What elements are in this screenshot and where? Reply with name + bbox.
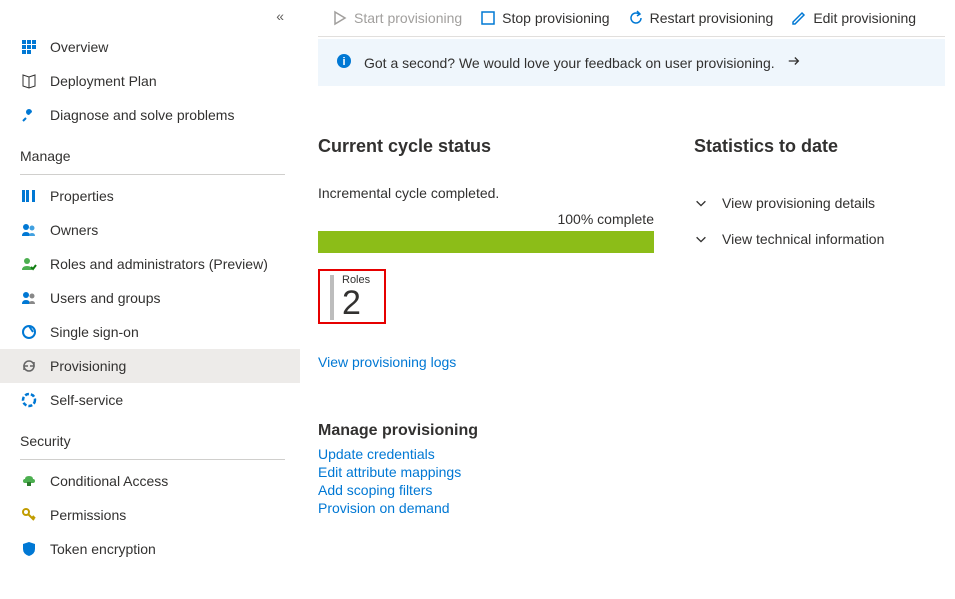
manage-provisioning-title: Manage provisioning — [318, 422, 654, 440]
sidebar-item-conditional-access[interactable]: Conditional Access — [0, 464, 300, 498]
view-technical-information-toggle[interactable]: View technical information — [694, 221, 945, 257]
sidebar-item-label: Deployment Plan — [50, 73, 157, 89]
sidebar-item-token-encryption[interactable]: Token encryption — [0, 532, 300, 566]
roles-count-card[interactable]: Roles 2 — [318, 269, 386, 324]
sidebar-item-label: Roles and administrators (Preview) — [50, 256, 268, 272]
sidebar-item-label: Conditional Access — [50, 473, 168, 489]
toolbar-label: Stop provisioning — [502, 10, 609, 26]
gear-ring-icon — [20, 391, 38, 409]
sidebar-item-label: Users and groups — [50, 290, 161, 306]
feedback-banner[interactable]: i Got a second? We would love your feedb… — [318, 39, 945, 86]
sidebar-item-users-groups[interactable]: Users and groups — [0, 281, 300, 315]
toolbar-label: Start provisioning — [354, 10, 462, 26]
sidebar-item-owners[interactable]: Owners — [0, 213, 300, 247]
progress-label: 100% complete — [318, 211, 654, 227]
person-check-icon — [20, 255, 38, 273]
book-icon — [20, 72, 38, 90]
sidebar-item-label: Token encryption — [50, 541, 156, 557]
view-provisioning-logs-link[interactable]: View provisioning logs — [318, 354, 654, 370]
provision-on-demand-link[interactable]: Provision on demand — [318, 500, 654, 516]
sidebar-section-manage: Manage — [0, 132, 300, 170]
info-icon: i — [336, 53, 352, 72]
add-scoping-filters-link[interactable]: Add scoping filters — [318, 482, 654, 498]
sidebar-item-overview[interactable]: Overview — [0, 30, 300, 64]
users-groups-icon — [20, 289, 38, 307]
toolbar-label: Restart provisioning — [650, 10, 774, 26]
shield-icon — [20, 540, 38, 558]
arrow-right-icon — [787, 54, 801, 71]
chevron-down-icon — [694, 196, 708, 210]
toolbar: Start provisioning Stop provisioning Res… — [318, 0, 945, 37]
expand-label: View technical information — [722, 231, 884, 247]
sidebar-item-permissions[interactable]: Permissions — [0, 498, 300, 532]
view-provisioning-details-toggle[interactable]: View provisioning details — [694, 185, 945, 221]
sidebar-item-provisioning[interactable]: Provisioning — [0, 349, 300, 383]
sso-icon — [20, 323, 38, 341]
edit-provisioning-button[interactable]: Edit provisioning — [791, 10, 916, 26]
sidebar-item-label: Owners — [50, 222, 98, 238]
sidebar-item-label: Single sign-on — [50, 324, 139, 340]
stop-provisioning-button[interactable]: Stop provisioning — [480, 10, 609, 26]
lock-cloud-icon — [20, 472, 38, 490]
wrench-icon — [20, 106, 38, 124]
key-icon — [20, 506, 38, 524]
play-icon — [332, 10, 348, 26]
edit-attribute-mappings-link[interactable]: Edit attribute mappings — [318, 464, 654, 480]
sidebar-item-label: Self-service — [50, 392, 123, 408]
roles-card-value: 2 — [342, 284, 361, 322]
sidebar-item-label: Properties — [50, 188, 114, 204]
svg-text:i: i — [342, 56, 345, 68]
sidebar-item-deployment-plan[interactable]: Deployment Plan — [0, 64, 300, 98]
sidebar-item-label: Provisioning — [50, 358, 126, 374]
toolbar-label: Edit provisioning — [813, 10, 916, 26]
sidebar-section-security: Security — [0, 417, 300, 455]
pencil-icon — [791, 10, 807, 26]
update-credentials-link[interactable]: Update credentials — [318, 446, 654, 462]
sidebar-item-properties[interactable]: Properties — [0, 179, 300, 213]
progress-bar — [318, 231, 654, 253]
cycle-status-text: Incremental cycle completed. — [318, 185, 654, 201]
sidebar-item-self-service[interactable]: Self-service — [0, 383, 300, 417]
sidebar-item-sso[interactable]: Single sign-on — [0, 315, 300, 349]
collapse-sidebar-icon[interactable]: « — [276, 8, 284, 24]
cycle-status-title: Current cycle status — [318, 136, 654, 157]
sync-icon — [20, 357, 38, 375]
grid-icon — [20, 38, 38, 56]
people-icon — [20, 221, 38, 239]
properties-icon — [20, 187, 38, 205]
feedback-text: Got a second? We would love your feedbac… — [364, 55, 775, 71]
divider — [20, 174, 285, 175]
statistics-title: Statistics to date — [694, 136, 945, 157]
restart-icon — [628, 10, 644, 26]
stop-icon — [480, 10, 496, 26]
divider — [20, 459, 285, 460]
sidebar-item-label: Diagnose and solve problems — [50, 107, 234, 123]
sidebar-item-label: Overview — [50, 39, 108, 55]
chevron-down-icon — [694, 232, 708, 246]
restart-provisioning-button[interactable]: Restart provisioning — [628, 10, 774, 26]
expand-label: View provisioning details — [722, 195, 875, 211]
start-provisioning-button: Start provisioning — [332, 10, 462, 26]
sidebar-item-roles[interactable]: Roles and administrators (Preview) — [0, 247, 300, 281]
sidebar-item-diagnose[interactable]: Diagnose and solve problems — [0, 98, 300, 132]
sidebar-item-label: Permissions — [50, 507, 126, 523]
